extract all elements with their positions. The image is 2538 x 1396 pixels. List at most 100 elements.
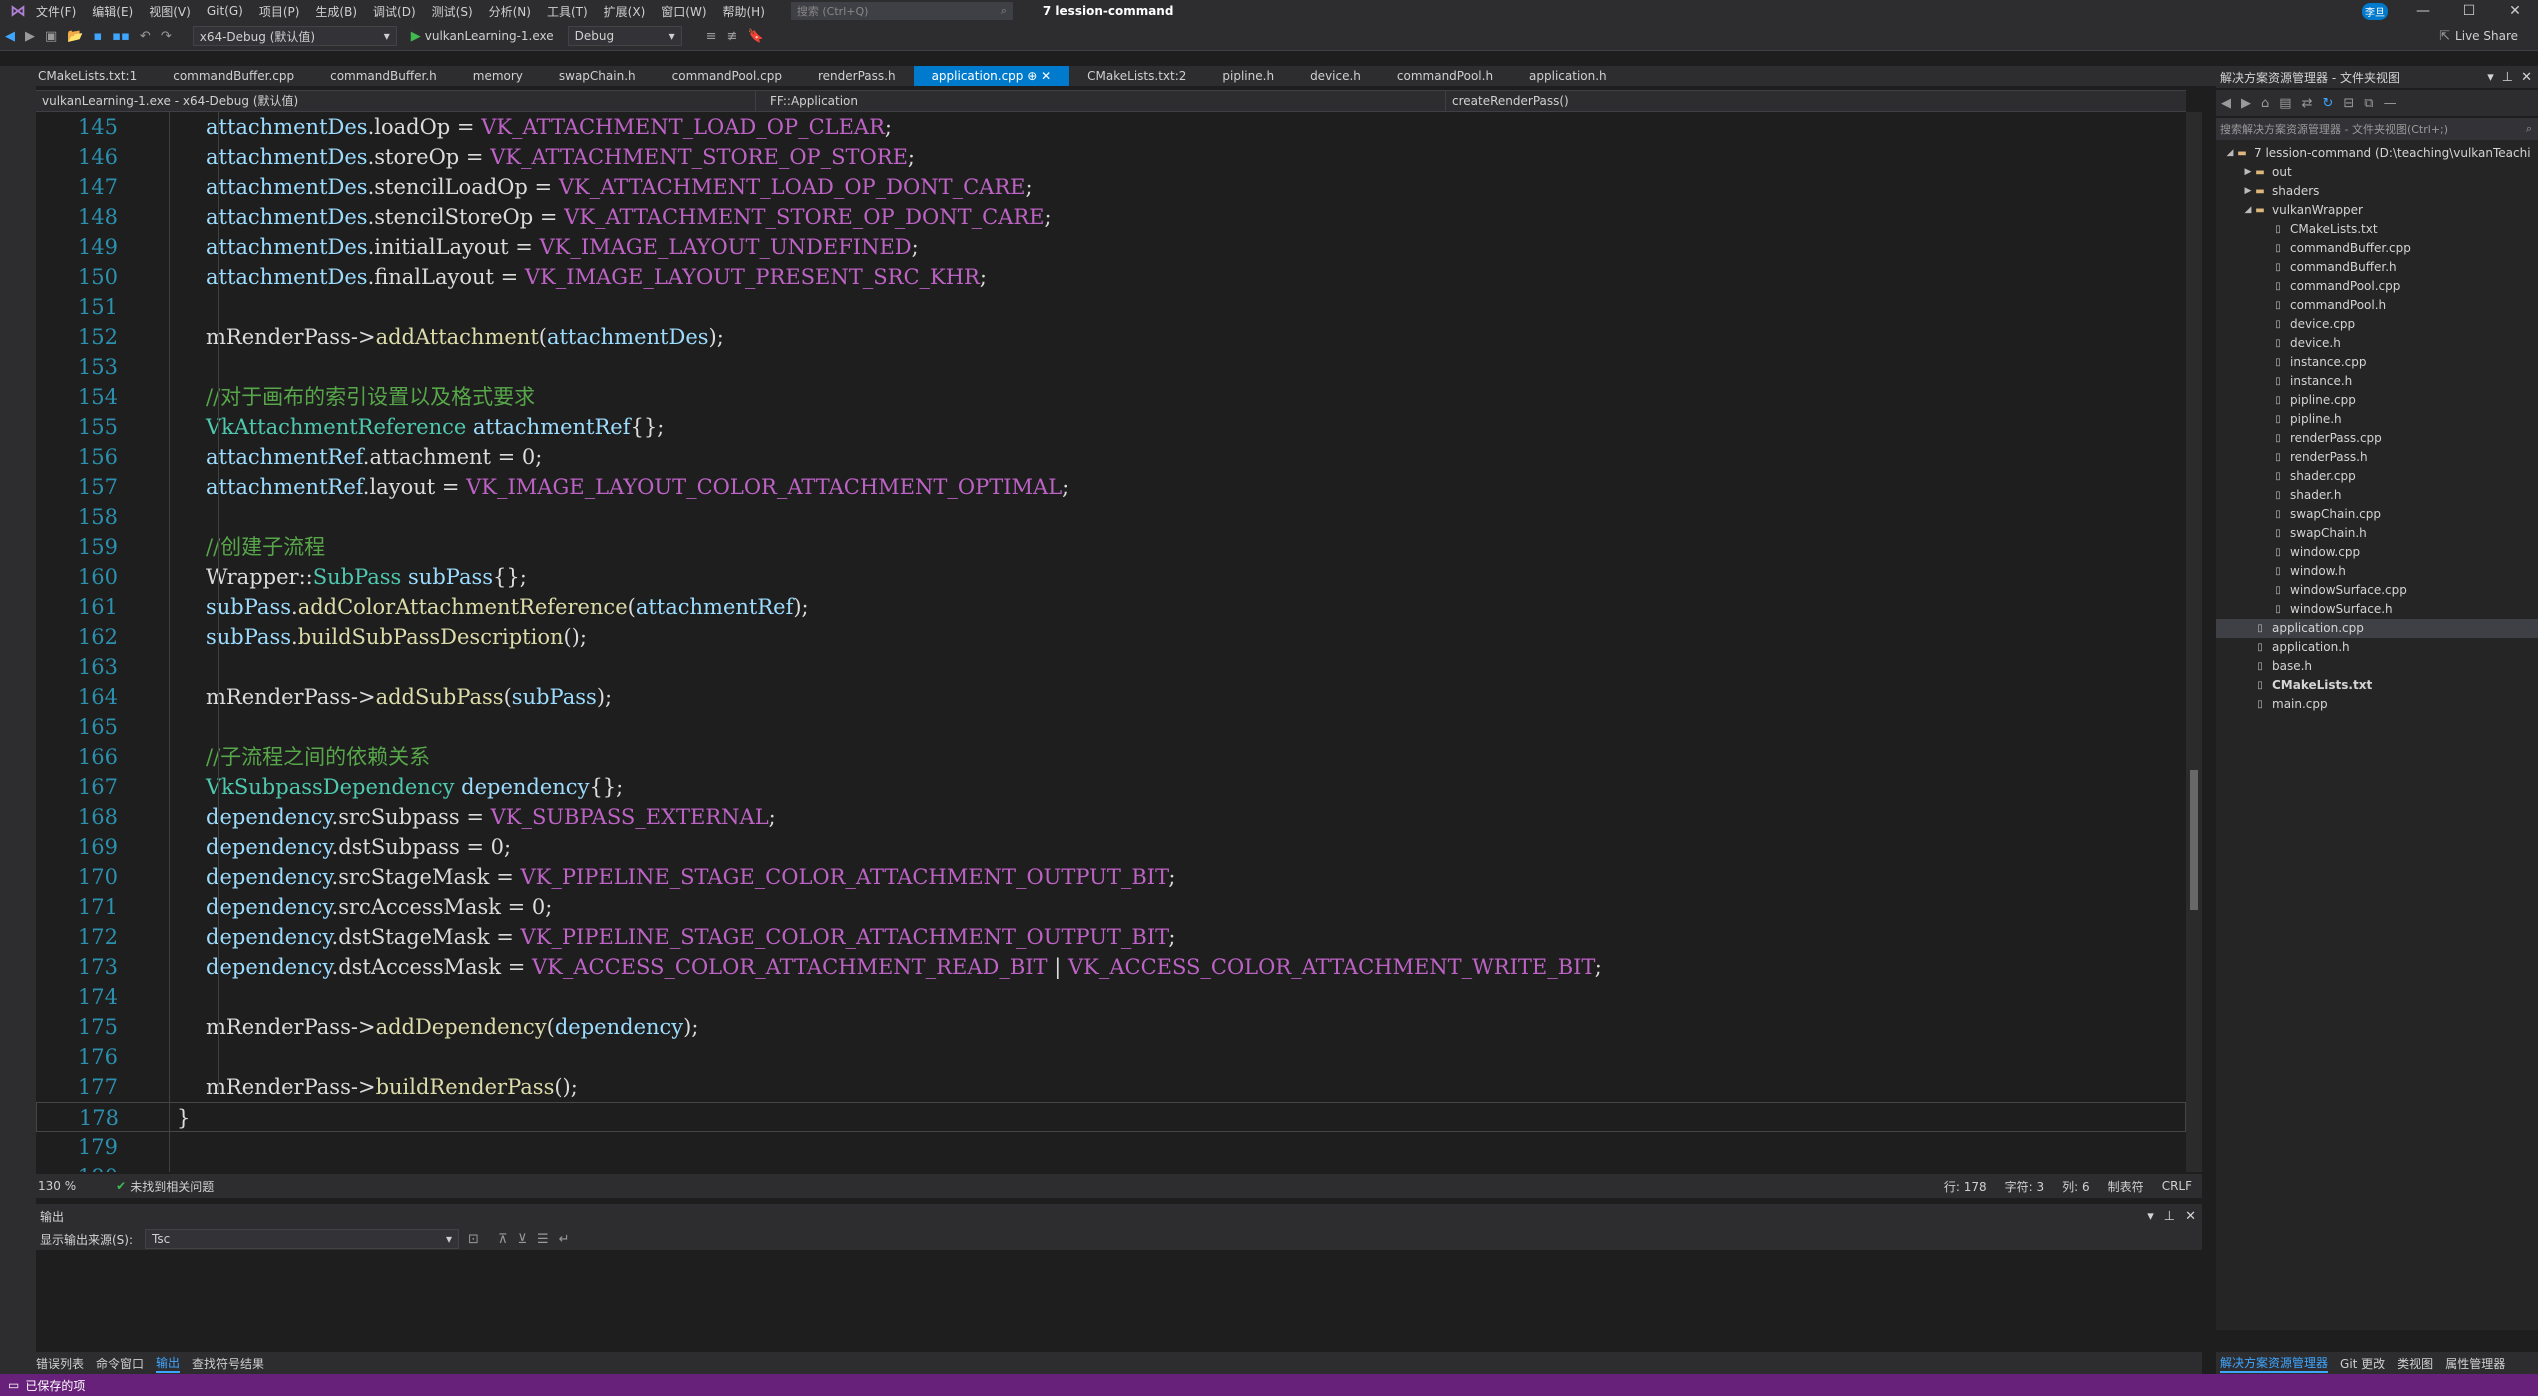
tree-item[interactable]: ▯ swapChain.h: [2216, 524, 2538, 543]
tree-item[interactable]: ◢ ▬ vulkanWrapper: [2216, 201, 2538, 220]
tree-item[interactable]: ▯ shader.cpp: [2216, 467, 2538, 486]
forward-icon[interactable]: ▶: [25, 29, 35, 44]
switch-view-icon[interactable]: ▤: [2279, 96, 2291, 111]
clear-all-icon[interactable]: ☰: [537, 1232, 549, 1247]
solution-search-box[interactable]: 搜索解决方案资源管理器 - 文件夹视图(Ctrl+;) ⌕: [2216, 118, 2538, 140]
solution-bottom-tab[interactable]: 解决方案资源管理器: [2220, 1354, 2329, 1373]
editor-scrollbar-thumb[interactable]: [2190, 770, 2198, 910]
tree-item[interactable]: ▶ ▬ out: [2216, 163, 2538, 182]
new-project-icon[interactable]: ▣: [45, 29, 57, 44]
prev-message-icon[interactable]: ⊼: [498, 1232, 508, 1247]
save-icon[interactable]: ▪: [93, 29, 102, 44]
maximize-icon[interactable]: ☐: [2446, 3, 2492, 19]
tree-item[interactable]: ▯ window.h: [2216, 562, 2538, 581]
tree-item[interactable]: ▯ pipline.cpp: [2216, 391, 2538, 410]
menu-item[interactable]: 帮助(H): [723, 3, 765, 20]
tree-item[interactable]: ▯ application.h: [2216, 638, 2538, 657]
tree-item[interactable]: ▯ windowSurface.h: [2216, 600, 2538, 619]
project-dropdown[interactable]: vulkanLearning-1.exe - x64-Debug (默认值): [36, 91, 756, 111]
home-icon[interactable]: ⌂: [2261, 96, 2269, 111]
bottom-tab[interactable]: 命令窗口: [96, 1355, 144, 1372]
sync-icon[interactable]: ⇄: [2302, 96, 2313, 111]
bookmark-icon[interactable]: 🔖: [747, 29, 763, 44]
pin-icon[interactable]: ⊕: [1023, 69, 1041, 83]
live-share-button[interactable]: Live Share: [2455, 29, 2518, 43]
undo-icon[interactable]: ↶: [140, 29, 151, 44]
tab-renderpass-h[interactable]: renderPass.h: [800, 66, 914, 86]
back-icon[interactable]: ◀: [2221, 96, 2231, 111]
solution-bottom-tab[interactable]: 类视图: [2397, 1355, 2433, 1372]
issues-status[interactable]: 未找到相关问题: [130, 1178, 214, 1195]
expand-arrow-icon[interactable]: ▶: [2242, 163, 2254, 182]
menu-item[interactable]: 调试(D): [373, 3, 416, 20]
close-icon[interactable]: ✕: [2185, 1209, 2196, 1224]
menu-item[interactable]: Git(G): [207, 4, 243, 18]
tab-commandbuffer-h[interactable]: commandBuffer.h: [312, 66, 455, 86]
tab-pipline-h[interactable]: pipline.h: [1204, 66, 1292, 86]
pin-icon[interactable]: ⊥: [2502, 70, 2513, 85]
minimize-icon[interactable]: —: [2400, 3, 2446, 19]
line-indicator[interactable]: 行: 178: [1944, 1178, 1987, 1195]
tree-item[interactable]: ▯ application.cpp: [2216, 619, 2538, 638]
tree-item[interactable]: ▯ device.h: [2216, 334, 2538, 353]
tree-item[interactable]: ▯ instance.h: [2216, 372, 2538, 391]
menu-item[interactable]: 工具(T): [547, 3, 588, 20]
close-icon[interactable]: ✕: [2521, 70, 2532, 85]
expand-arrow-icon[interactable]: ▶: [2242, 182, 2254, 201]
show-all-files-icon[interactable]: ⧉: [2364, 96, 2373, 111]
col-indicator[interactable]: 列: 6: [2062, 1178, 2090, 1195]
output-text-area[interactable]: [36, 1250, 2202, 1346]
back-icon[interactable]: ◀: [5, 29, 15, 44]
play-icon[interactable]: ▶: [411, 29, 421, 44]
tree-root[interactable]: ◢ ▬ 7 lession-command (D:\teaching\vulka…: [2216, 144, 2538, 163]
config-dropdown[interactable]: x64-Debug (默认值) ▾: [192, 26, 397, 46]
menu-item[interactable]: 扩展(X): [604, 3, 646, 20]
tree-item[interactable]: ▯ CMakeLists.txt: [2216, 220, 2538, 239]
user-avatar[interactable]: 李旦: [2362, 2, 2388, 20]
menu-item[interactable]: 项目(P): [259, 3, 300, 20]
word-wrap-icon[interactable]: ↵: [559, 1232, 570, 1247]
zoom-level[interactable]: 130 %: [38, 1179, 76, 1193]
tree-item[interactable]: ▯ CMakeLists.txt: [2216, 676, 2538, 695]
tree-item[interactable]: ▯ shader.h: [2216, 486, 2538, 505]
menu-item[interactable]: 测试(S): [432, 3, 473, 20]
menu-item[interactable]: 分析(N): [489, 3, 531, 20]
collapse-all-icon[interactable]: ⊟: [2343, 96, 2354, 111]
tab-cmakelists-txt-2[interactable]: CMakeLists.txt:2: [1069, 66, 1204, 86]
tab-memory[interactable]: memory: [455, 66, 541, 86]
tree-item[interactable]: ▯ commandBuffer.cpp: [2216, 239, 2538, 258]
tree-item[interactable]: ▯ commandBuffer.h: [2216, 258, 2538, 277]
close-icon[interactable]: ✕: [2492, 3, 2538, 19]
tree-item[interactable]: ▯ windowSurface.cpp: [2216, 581, 2538, 600]
output-source-dropdown[interactable]: Tsc ▾: [145, 1229, 460, 1249]
forward-icon[interactable]: ▶: [2241, 96, 2251, 111]
code-editor[interactable]: 145 attachmentDes.loadOp = VK_ATTACHMENT_…: [36, 112, 2186, 1172]
tab-application-cpp[interactable]: application.cpp ⊕ ✕: [913, 66, 1070, 86]
open-icon[interactable]: 📂: [67, 29, 83, 44]
start-target[interactable]: vulkanLearning-1.exe: [425, 29, 554, 43]
save-all-icon[interactable]: ▪▪: [112, 29, 130, 44]
bottom-tab[interactable]: 输出: [156, 1354, 181, 1373]
tab-application-h[interactable]: application.h: [1511, 66, 1625, 86]
tree-item[interactable]: ▯ commandPool.cpp: [2216, 277, 2538, 296]
solution-bottom-tab[interactable]: Git 更改: [2340, 1355, 2385, 1372]
tree-item[interactable]: ▯ renderPass.cpp: [2216, 429, 2538, 448]
bottom-tab[interactable]: 错误列表: [36, 1355, 84, 1372]
tree-item[interactable]: ▯ commandPool.h: [2216, 296, 2538, 315]
tab-cmakelists-txt-1[interactable]: CMakeLists.txt:1: [20, 66, 155, 86]
tree-item[interactable]: ▯ renderPass.h: [2216, 448, 2538, 467]
close-icon[interactable]: ✕: [1041, 69, 1051, 83]
solution-bottom-tab[interactable]: 属性管理器: [2445, 1355, 2505, 1372]
search-box[interactable]: 搜索 (Ctrl+Q) ⌕: [790, 2, 1013, 20]
menu-item[interactable]: 编辑(E): [92, 3, 133, 20]
pin-icon[interactable]: ⊥: [2164, 1209, 2175, 1224]
tree-item[interactable]: ▯ window.cpp: [2216, 543, 2538, 562]
tab-commandbuffer-cpp[interactable]: commandBuffer.cpp: [155, 66, 312, 86]
properties-icon[interactable]: —: [2384, 96, 2397, 111]
tabs-indicator[interactable]: 制表符: [2108, 1178, 2144, 1195]
tree-item[interactable]: ▯ instance.cpp: [2216, 353, 2538, 372]
expand-arrow-icon[interactable]: ◢: [2224, 144, 2236, 163]
editor-scrollbar[interactable]: [2186, 112, 2202, 1172]
char-indicator[interactable]: 字符: 3: [2005, 1178, 2045, 1195]
tree-item[interactable]: ▯ swapChain.cpp: [2216, 505, 2538, 524]
